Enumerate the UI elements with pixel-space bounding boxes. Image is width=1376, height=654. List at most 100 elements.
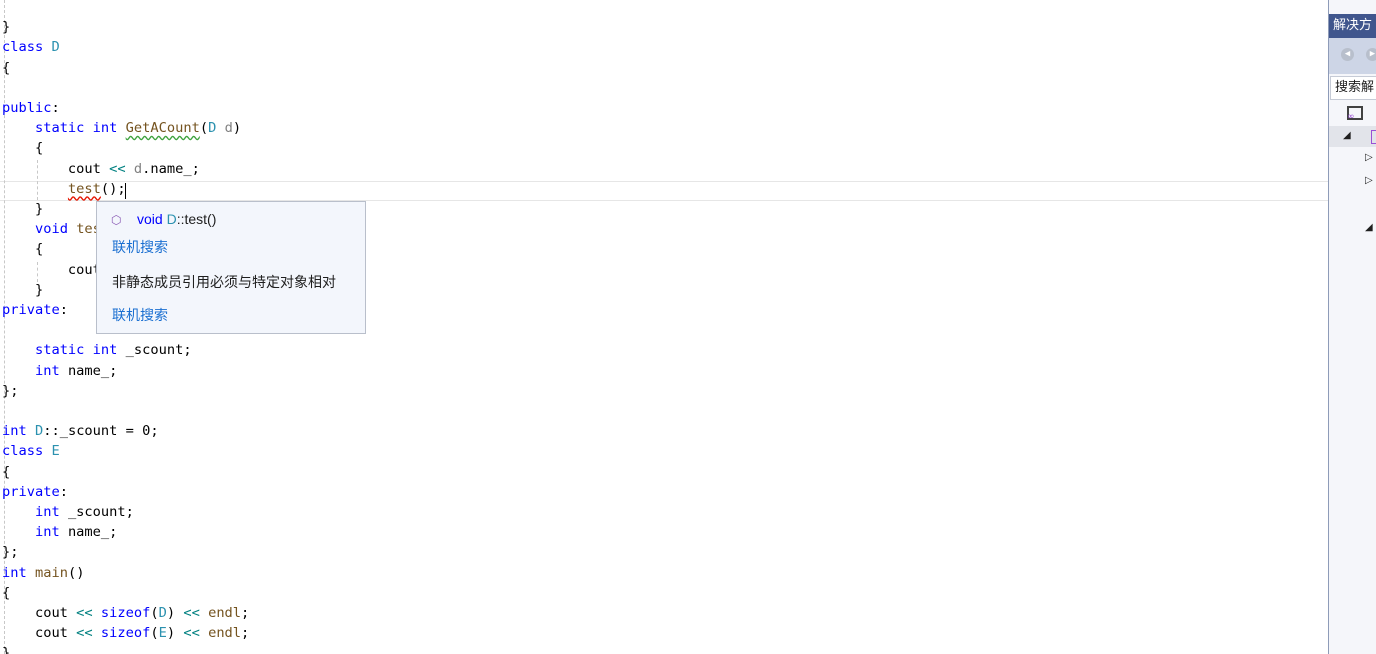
code-token: int: [92, 120, 118, 137]
code-line: {: [2, 239, 43, 259]
code-token: d: [133, 160, 143, 177]
code-token: _scount;: [117, 342, 192, 359]
tooltip-signature: ⬡ void D::test(): [111, 211, 216, 227]
code-token: (: [150, 605, 159, 621]
code-line: }: [2, 199, 43, 219]
code-token: void: [34, 221, 68, 238]
code-token: cout: [2, 625, 77, 642]
code-line: private:: [2, 482, 68, 502]
code-token: private: [2, 483, 60, 500]
code-token: :: [59, 302, 68, 318]
code-line: {: [2, 583, 10, 603]
expanded-arrow-icon[interactable]: ◢: [1365, 222, 1373, 233]
code-token: GetACount: [125, 120, 200, 137]
code-token: int: [92, 342, 118, 359]
code-token: }: [2, 645, 11, 654]
code-token: private: [2, 302, 60, 318]
code-line: int name_;: [2, 522, 117, 542]
panel-toolbar: ◀ ▶: [1329, 38, 1376, 74]
code-token: E: [51, 443, 60, 460]
solution-explorer-panel: 解决方 ◀ ▶ 搜索解 ∞ ◢ ▷ ▷ ◢: [1328, 0, 1376, 654]
code-token: (: [150, 625, 159, 642]
cube-member-icon: ⬡: [111, 213, 122, 227]
code-token: sizeof: [100, 625, 151, 642]
code-token: public: [2, 100, 52, 116]
code-token: ;: [241, 605, 250, 621]
code-line: }: [2, 643, 10, 654]
collapsed-arrow-icon[interactable]: ▷: [1365, 152, 1373, 163]
code-token: int: [34, 362, 60, 379]
code-token: int: [34, 504, 60, 520]
code-line: class E: [2, 441, 60, 461]
code-token: endl: [208, 625, 242, 642]
panel-title: 解决方: [1329, 14, 1376, 38]
code-line: test();: [2, 179, 126, 199]
code-token: {: [2, 584, 11, 601]
current-line-highlight: [0, 181, 1328, 201]
signature-rest: ::test(): [176, 211, 217, 227]
code-token: class: [2, 443, 44, 460]
code-token: int: [2, 564, 27, 581]
code-token: class: [2, 39, 44, 56]
code-token: static: [34, 120, 85, 137]
solution-search-input[interactable]: 搜索解: [1330, 76, 1376, 100]
online-search-link[interactable]: 联机搜索: [112, 237, 168, 257]
code-token: ): [232, 120, 242, 137]
code-line: private:: [2, 300, 68, 320]
code-line: public:: [2, 98, 60, 118]
online-search-link[interactable]: 联机搜索: [112, 305, 168, 325]
code-line: }: [2, 17, 10, 37]
selected-tree-row[interactable]: [1329, 126, 1376, 147]
code-line: static int GetACount(D d): [2, 118, 241, 138]
signature-class: D: [166, 211, 177, 227]
code-token: cout: [2, 160, 110, 177]
code-line: cout << d.name_;: [2, 159, 200, 179]
code-token: D: [158, 605, 167, 621]
code-line: int D::_scount = 0;: [2, 421, 159, 441]
code-line: int main(): [2, 563, 84, 583]
code-token: }: [2, 201, 44, 217]
code-token: :: [51, 100, 60, 116]
code-token: <<: [109, 160, 126, 177]
code-token: cout: [2, 261, 110, 278]
quick-info-tooltip: ⬡ void D::test() 联机搜索 非静态成员引用必须与特定对象相对 联机…: [96, 201, 366, 334]
code-token: ();: [100, 180, 126, 197]
code-editor[interactable]: } class D{public: static int GetACount(D …: [0, 0, 1328, 654]
code-line: };: [2, 542, 18, 562]
code-line: class D: [2, 37, 60, 57]
expanded-arrow-icon[interactable]: ◢: [1343, 130, 1351, 141]
code-token: (): [67, 564, 85, 581]
back-icon[interactable]: ◀: [1341, 48, 1354, 61]
code-token: {: [2, 241, 44, 258]
code-line: cout << sizeof(D) << endl;: [2, 603, 249, 623]
code-line: {: [2, 138, 43, 158]
code-token: <<: [76, 625, 93, 642]
forward-icon[interactable]: ▶: [1366, 48, 1376, 61]
code-token: D: [51, 39, 60, 56]
code-token: {: [2, 463, 11, 480]
solution-icon: ∞: [1347, 106, 1363, 122]
code-line: int _scount;: [2, 502, 134, 522]
collapsed-arrow-icon[interactable]: ▷: [1365, 175, 1373, 186]
code-token: ::_scount = 0;: [43, 423, 159, 440]
code-token: {: [2, 59, 11, 76]
code-line: {: [2, 58, 10, 78]
code-token: ): [166, 605, 184, 621]
code-token: <<: [183, 625, 200, 642]
